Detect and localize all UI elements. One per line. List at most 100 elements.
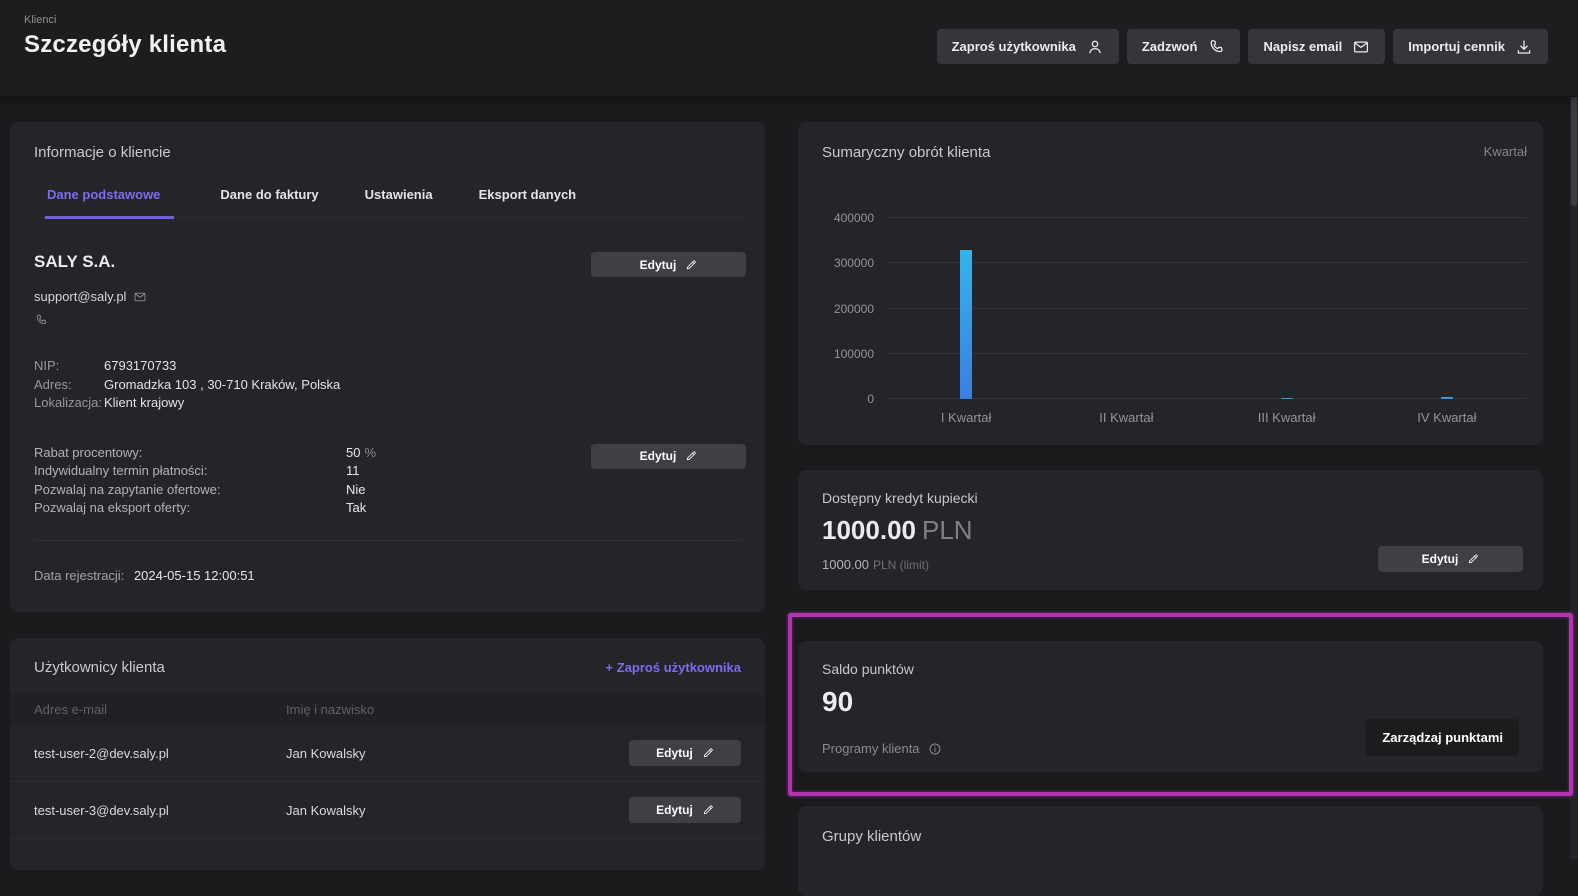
table-row: test-user-2@dev.saly.plJan KowalskyEdytu… — [10, 725, 765, 782]
phone-icon — [34, 313, 48, 327]
mail-icon — [133, 290, 147, 304]
credit-currency: PLN — [922, 515, 973, 545]
user-name: Jan Kowalsky — [286, 803, 629, 818]
x-axis-label-i-kwartał: I Kwartał — [886, 410, 1046, 425]
invite-user-button[interactable]: Zaproś użytkownika — [937, 29, 1119, 64]
bar-iii-kwartał[interactable] — [1281, 398, 1293, 399]
client-info-title: Informacje o kliencie — [34, 144, 746, 161]
detail-value: 6793170733 — [104, 357, 176, 376]
company-details: NIP:6793170733Adres:Gromadzka 103 , 30-7… — [34, 357, 340, 413]
credit-amount-row: 1000.00PLN — [822, 515, 1519, 546]
detail-row-lokalizacja: Lokalizacja:Klient krajowy — [34, 394, 340, 413]
user-email: test-user-3@dev.saly.pl — [34, 803, 286, 818]
setting-label: Pozwalaj na eksport oferty: — [34, 499, 346, 518]
registration-value: 2024-05-15 12:00:51 — [134, 568, 255, 583]
detail-label: Lokalizacja: — [34, 394, 104, 413]
edit-credit-label: Edytuj — [1422, 552, 1459, 566]
column-header-adres-e-mail: Adres e-mail — [34, 702, 286, 717]
invite-user-button-label: Zaproś użytkownika — [952, 39, 1076, 54]
company-phone-row — [34, 313, 340, 332]
edit-company-button[interactable]: Edytuj — [591, 252, 746, 277]
edit-user-button[interactable]: Edytuj — [629, 797, 741, 823]
write-email-button[interactable]: Napisz email — [1248, 29, 1385, 64]
client-programs-row: Programy klienta — [822, 741, 942, 756]
client-users-card: Użytkownicy klienta + Zaproś użytkownika… — [10, 638, 765, 870]
right-column: Sumaryczny obrót klienta Kwartał 0100000… — [798, 122, 1543, 896]
points-balance: 90 — [822, 686, 1519, 718]
setting-label: Pozwalaj na zapytanie ofertowe: — [34, 481, 346, 500]
client-info-card: Informacje o kliencie Dane podstawoweDan… — [10, 122, 765, 612]
column-header-imię-i-nazwisko: Imię i nazwisko — [286, 702, 741, 717]
groups-title: Grupy klientów — [822, 828, 1519, 845]
turnover-card: Sumaryczny obrót klienta Kwartał 0100000… — [798, 122, 1543, 445]
company-email[interactable]: support@saly.pl — [34, 289, 126, 304]
gridline — [886, 398, 1527, 399]
header-actions: Zaproś użytkownika ZadzwońNapisz emailImp… — [937, 29, 1548, 64]
tab-eksport-danych[interactable]: Eksport danych — [479, 187, 577, 217]
pencil-icon — [702, 804, 714, 816]
edit-credit-button[interactable]: Edytuj — [1378, 546, 1523, 572]
gridline — [886, 353, 1527, 354]
gridline — [886, 262, 1527, 263]
setting-value: 50 — [346, 444, 360, 463]
pencil-icon — [685, 450, 697, 462]
registration-label: Data rejestracji: — [34, 568, 124, 583]
setting-suffix: % — [364, 444, 376, 463]
turnover-chart: 0100000200000300000400000 — [822, 218, 1527, 399]
user-email: test-user-2@dev.saly.pl — [34, 746, 286, 761]
x-axis-label-iii-kwartał: III Kwartał — [1207, 410, 1367, 425]
company-block: SALY S.A. support@saly.pl NIP:6793170733… — [34, 252, 340, 413]
bar-i-kwartał[interactable] — [960, 250, 972, 399]
company-section: SALY S.A. support@saly.pl NIP:6793170733… — [34, 252, 746, 413]
chart-x-labels: I KwartałII KwartałIII KwartałIV Kwartał — [886, 410, 1527, 425]
tab-dane-do-faktury[interactable]: Dane do faktury — [220, 187, 318, 217]
tab-dane-podstawowe[interactable]: Dane podstawowe — [45, 187, 174, 219]
detail-row-nip: NIP:6793170733 — [34, 357, 340, 376]
client-info-tabs: Dane podstawowe Dane do faktury Ustawienia… — [34, 187, 746, 218]
y-axis-tick: 100000 — [822, 347, 874, 361]
setting-row-pozwalaj-na-eksport-oferty: Pozwalaj na eksport oferty:Tak — [34, 499, 376, 518]
download-icon — [1515, 38, 1533, 56]
credit-limit-suffix: PLN (limit) — [873, 558, 929, 572]
edit-user-button[interactable]: Edytuj — [629, 740, 741, 766]
credit-limit-amount: 1000.00 — [822, 557, 869, 572]
pencil-icon — [685, 259, 697, 271]
main-content: Informacje o kliencie Dane podstawoweDan… — [0, 97, 1578, 896]
mail-icon — [1352, 38, 1370, 56]
setting-value: 11 — [346, 462, 360, 481]
company-email-row: support@saly.pl — [34, 289, 340, 304]
points-card: Saldo punktów 90 Programy klienta Zarząd… — [798, 641, 1543, 772]
users-table-header: Adres e-mailImię i nazwisko — [10, 694, 765, 725]
detail-value: Gromadzka 103 , 30-710 Kraków, Polska — [104, 376, 340, 395]
edit-settings-label: Edytuj — [640, 449, 677, 463]
highlight-annotation: Saldo punktów 90 Programy klienta Zarząd… — [788, 613, 1573, 796]
invite-user-link[interactable]: + Zaproś użytkownika — [606, 660, 741, 675]
info-icon[interactable] — [928, 742, 942, 756]
x-axis-label-iv-kwartał: IV Kwartał — [1367, 410, 1527, 425]
setting-value: Tak — [346, 499, 366, 518]
edit-settings-button[interactable]: Edytuj — [591, 444, 746, 469]
turnover-head: Sumaryczny obrót klienta Kwartał — [822, 144, 1527, 161]
top-header: Klienci Szczegóły klienta Zaproś użytkow… — [0, 0, 1578, 97]
credit-amount: 1000.00 — [822, 515, 916, 545]
call-button[interactable]: Zadzwoń — [1127, 29, 1241, 64]
title-block: Klienci Szczegóły klienta — [24, 14, 226, 96]
detail-row-adres: Adres:Gromadzka 103 , 30-710 Kraków, Pol… — [34, 376, 340, 395]
table-row: test-user-3@dev.saly.plJan Kowalsky Edytu… — [10, 782, 765, 839]
tab-ustawienia[interactable]: Ustawienia — [365, 187, 433, 217]
manage-points-button[interactable]: Zarządzaj punktami — [1366, 719, 1519, 756]
period-select[interactable]: Kwartał — [1484, 144, 1527, 159]
settings-rows: Rabat procentowy:50%Indywidualny termin … — [34, 444, 376, 518]
import-pricelist-button[interactable]: Importuj cennik — [1393, 29, 1548, 64]
edit-company-label: Edytuj — [640, 258, 677, 272]
credit-card: Dostępny kredyt kupiecki 1000.00PLN 1000… — [798, 470, 1543, 590]
left-column: Informacje o kliencie Dane podstawoweDan… — [10, 122, 765, 870]
user-name: Jan Kowalsky — [286, 746, 629, 761]
setting-row-rabat-procentowy: Rabat procentowy:50% — [34, 444, 376, 463]
person-icon — [1086, 38, 1104, 56]
breadcrumb[interactable]: Klienci — [24, 14, 226, 26]
points-footer: Programy klienta Zarządzaj punktami — [822, 719, 1519, 756]
bar-iv-kwartał[interactable] — [1441, 397, 1453, 399]
edit-user-label: Edytuj — [656, 803, 693, 817]
company-name: SALY S.A. — [34, 252, 340, 272]
